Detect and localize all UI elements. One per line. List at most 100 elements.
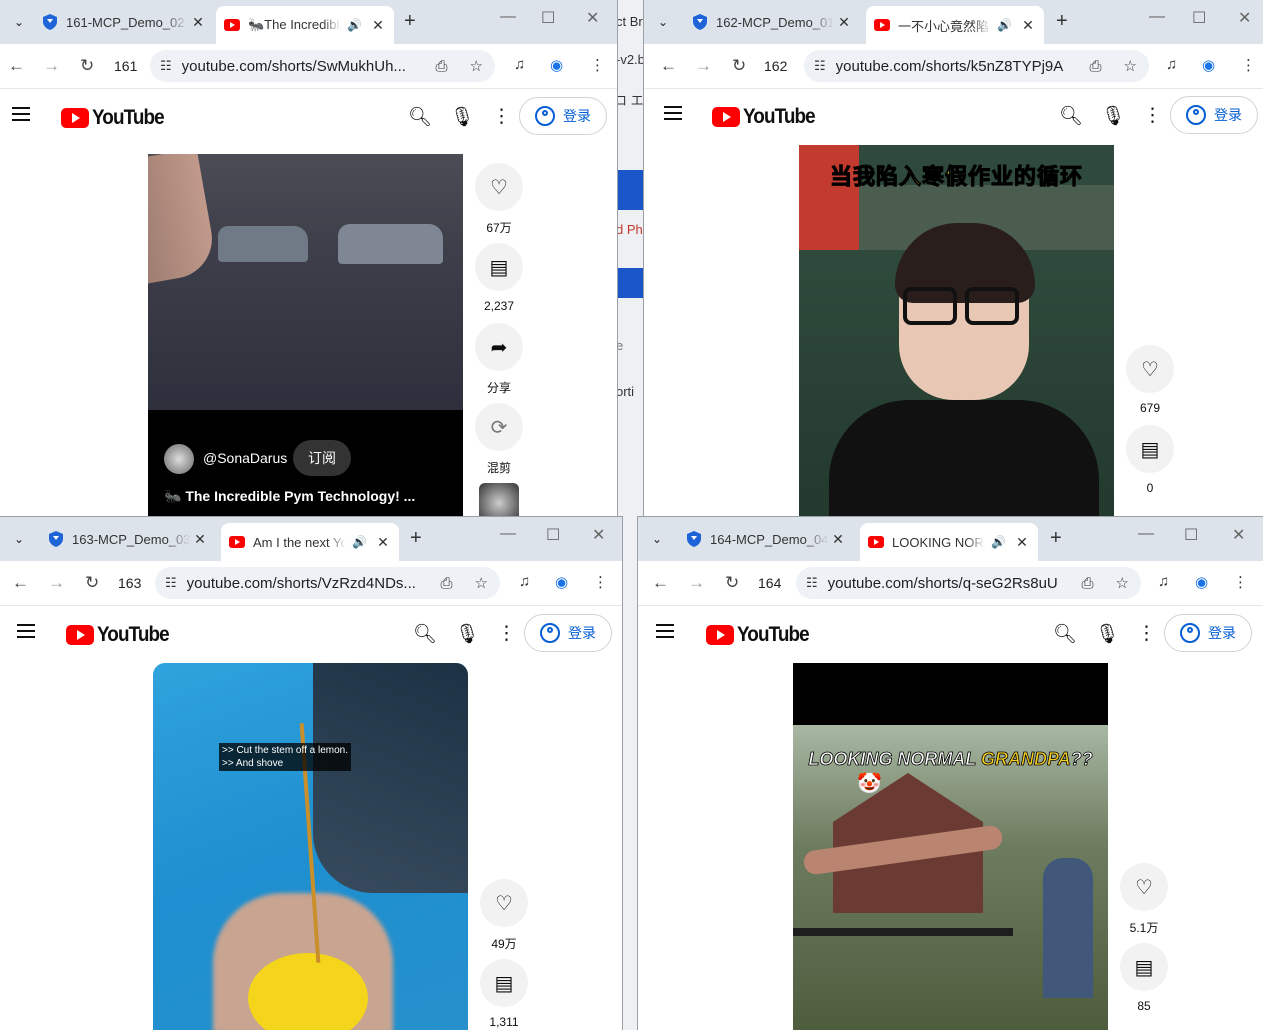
new-tab-button[interactable]: +	[1056, 10, 1068, 33]
comment-action[interactable]: ▤ 0	[1123, 425, 1177, 495]
login-button[interactable]: 登录	[1170, 96, 1258, 134]
sound-thumbnail[interactable]	[479, 483, 519, 516]
site-settings-icon[interactable]: ☷	[814, 58, 826, 74]
minimize-button[interactable]: —	[500, 525, 516, 543]
site-settings-icon[interactable]: ☷	[806, 575, 818, 591]
tab[interactable]: 161-MCP_Demo_02 ✕	[34, 6, 214, 38]
reload-icon[interactable]: ↻	[85, 573, 99, 593]
comment-action[interactable]: ▤ 85	[1117, 943, 1171, 1013]
install-icon[interactable]: ⎙	[1090, 58, 1102, 75]
omnibox[interactable]: ☷ youtube.com/shorts/q-seG2Rs8uU ⎙ ☆	[796, 567, 1141, 599]
youtube-logo[interactable]: YouTube	[66, 623, 177, 647]
browser-menu-icon[interactable]: ⋮	[1233, 573, 1248, 591]
share-action[interactable]: ➦ 分享	[472, 323, 526, 395]
subscribe-button[interactable]: 订阅	[293, 440, 351, 476]
profile-icon[interactable]: ◉	[1202, 56, 1215, 74]
new-tab-button[interactable]: +	[410, 527, 422, 550]
maximize-button[interactable]: ☐	[1192, 8, 1206, 28]
forward-icon[interactable]: →	[688, 573, 705, 593]
media-control-icon[interactable]: ♫	[1166, 56, 1177, 73]
close-icon[interactable]: ✕	[188, 14, 208, 31]
tab[interactable]: 164-MCP_Demo_04 ✕	[678, 523, 854, 555]
maximize-button[interactable]: ☐	[1184, 525, 1198, 545]
more-options-icon[interactable]: ⋮	[1137, 622, 1156, 645]
install-icon[interactable]: ⎙	[1082, 575, 1094, 592]
comment-icon[interactable]: ▤	[1120, 943, 1168, 991]
speaker-icon[interactable]: 🔊	[997, 18, 1012, 32]
search-icon[interactable]: 🔍︎	[1053, 622, 1077, 646]
bookmark-star-icon[interactable]: ☆	[475, 574, 488, 592]
omnibox[interactable]: ☷ youtube.com/shorts/k5nZ8TYPj9A ⎙ ☆	[804, 50, 1149, 82]
omnibox[interactable]: ☷ youtube.com/shorts/VzRzd4NDs... ⎙ ☆	[155, 567, 500, 599]
like-action[interactable]: ♡ 5.1万	[1117, 863, 1171, 935]
site-settings-icon[interactable]: ☷	[160, 58, 172, 74]
minimize-button[interactable]: —	[1149, 8, 1165, 26]
channel-name[interactable]: @SonaDarus	[203, 450, 287, 466]
reload-icon[interactable]: ↻	[732, 56, 746, 76]
back-icon[interactable]: ←	[652, 573, 669, 593]
close-icon[interactable]: ✕	[368, 17, 388, 34]
hamburger-menu-icon[interactable]	[17, 624, 35, 638]
tab-search-dropdown[interactable]: ⌄	[6, 526, 32, 552]
channel-avatar[interactable]	[164, 444, 194, 474]
login-button[interactable]: 登录	[1164, 614, 1252, 652]
remix-action[interactable]: ⟳ 混剪	[472, 403, 526, 475]
speaker-icon[interactable]: 🔊	[352, 535, 367, 549]
hamburger-menu-icon[interactable]	[12, 107, 30, 121]
bookmark-star-icon[interactable]: ☆	[1124, 57, 1137, 75]
heart-icon[interactable]: ♡	[1120, 863, 1168, 911]
heart-icon[interactable]: ♡	[480, 879, 528, 927]
omnibox[interactable]: ☷ youtube.com/shorts/SwMukhUh... ⎙ ☆	[150, 50, 495, 82]
search-icon[interactable]: 🔍︎	[408, 105, 432, 129]
bookmark-star-icon[interactable]: ☆	[470, 57, 483, 75]
microphone-icon[interactable]: 🎙︎	[1101, 104, 1125, 128]
like-action[interactable]: ♡ 49万	[477, 879, 531, 951]
tab-search-dropdown[interactable]: ⌄	[6, 9, 32, 35]
hamburger-menu-icon[interactable]	[664, 106, 682, 120]
comment-icon[interactable]: ▤	[480, 959, 528, 1007]
forward-icon[interactable]: →	[695, 56, 712, 76]
search-icon[interactable]: 🔍︎	[413, 622, 437, 646]
close-icon[interactable]: ✕	[1018, 17, 1038, 34]
minimize-button[interactable]: —	[500, 8, 516, 26]
tab-active[interactable]: 🐜The Incredible Pym 🔊 ✕	[216, 6, 394, 44]
speaker-icon[interactable]: 🔊	[347, 18, 362, 32]
close-window-button[interactable]: ✕	[592, 525, 605, 545]
reload-icon[interactable]: ↻	[80, 56, 94, 76]
login-button[interactable]: 登录	[519, 97, 607, 135]
tab-active[interactable]: Am I the next Yo 🔊 ✕	[221, 523, 399, 561]
short-video[interactable]: >> Cut the stem off a lemon. >> And shov…	[153, 663, 468, 1030]
like-action[interactable]: ♡ 67万	[472, 163, 526, 235]
more-options-icon[interactable]: ⋮	[497, 622, 516, 645]
short-video[interactable]: 当我陷入寒假作业的循环	[799, 145, 1114, 516]
maximize-button[interactable]: ☐	[546, 525, 560, 545]
youtube-logo[interactable]: YouTube	[712, 105, 823, 129]
media-control-icon[interactable]: ♫	[519, 573, 530, 590]
site-settings-icon[interactable]: ☷	[165, 575, 177, 591]
browser-menu-icon[interactable]: ⋮	[1241, 56, 1256, 74]
speaker-icon[interactable]: 🔊	[991, 535, 1006, 549]
new-tab-button[interactable]: +	[404, 10, 416, 33]
remix-icon[interactable]: ⟳	[475, 403, 523, 451]
close-icon[interactable]: ✕	[190, 531, 210, 548]
close-window-button[interactable]: ✕	[1238, 8, 1251, 28]
comment-action[interactable]: ▤ 2,237	[472, 243, 526, 313]
search-icon[interactable]: 🔍︎	[1059, 104, 1083, 128]
back-icon[interactable]: ←	[660, 56, 677, 76]
forward-icon[interactable]: →	[43, 56, 60, 76]
comment-icon[interactable]: ▤	[1126, 425, 1174, 473]
tab[interactable]: 163-MCP_Demo_03 ✕	[40, 523, 216, 555]
hamburger-menu-icon[interactable]	[656, 624, 674, 638]
video-title[interactable]: 🐜 The Incredible Pym Technology! ...	[164, 488, 415, 505]
back-icon[interactable]: ←	[12, 573, 29, 593]
tab-active[interactable]: 一不小心竟然陷入 🔊 ✕	[866, 6, 1044, 44]
back-icon[interactable]: ←	[8, 56, 25, 76]
profile-icon[interactable]: ◉	[555, 573, 568, 591]
comment-icon[interactable]: ▤	[475, 243, 523, 291]
media-control-icon[interactable]: ♫	[514, 56, 525, 73]
bookmark-star-icon[interactable]: ☆	[1116, 574, 1129, 592]
login-button[interactable]: 登录	[524, 614, 612, 652]
heart-icon[interactable]: ♡	[475, 163, 523, 211]
more-options-icon[interactable]: ⋮	[1143, 104, 1162, 127]
close-icon[interactable]: ✕	[373, 534, 393, 551]
